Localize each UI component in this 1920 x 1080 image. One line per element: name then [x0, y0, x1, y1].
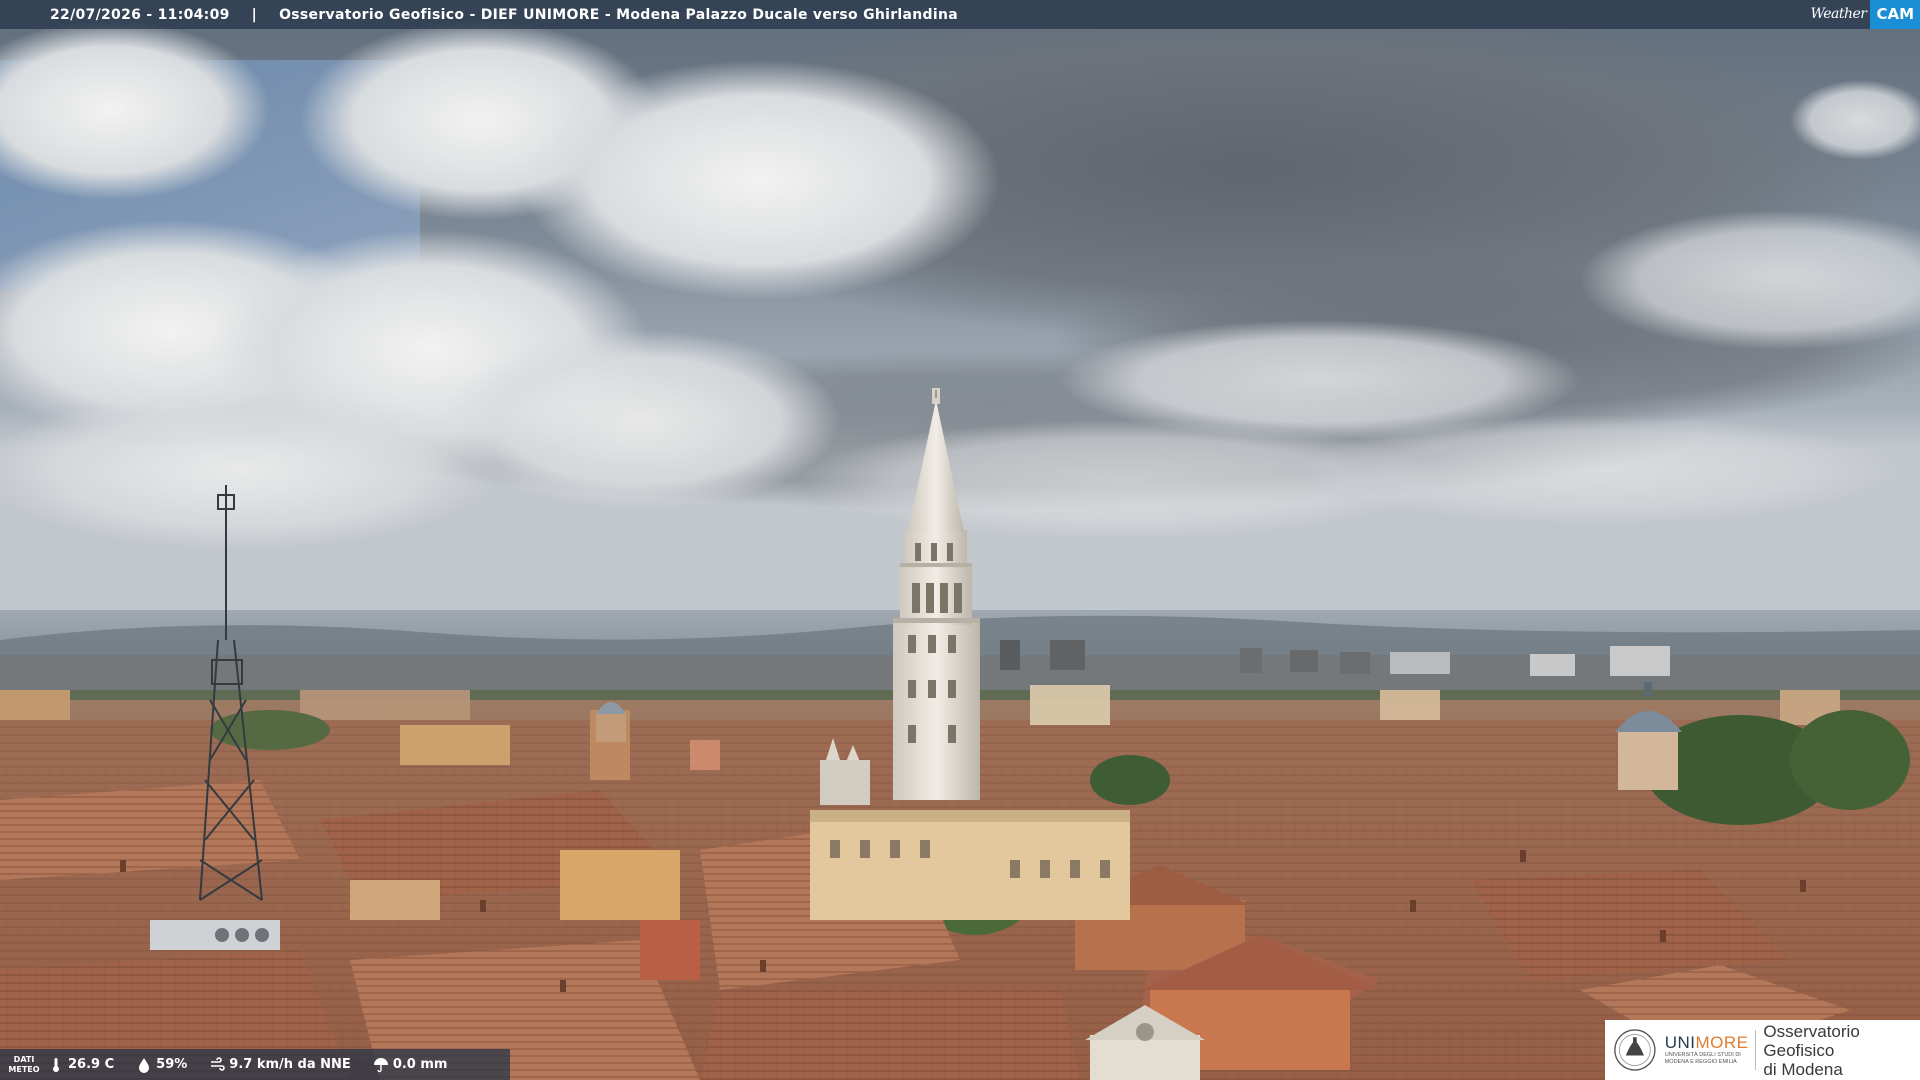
thermometer-icon: [53, 1057, 59, 1072]
rain-value: 0.0 mm: [392, 1057, 448, 1072]
university-name-more: MORE: [1695, 1033, 1749, 1052]
wind-value: 9.7 km/h da NNE: [229, 1057, 351, 1072]
logo-divider: [1754, 1030, 1756, 1070]
meteo-data-bar: DATI METEO 26.9 C 59% 9.7 km/h da NNE 0.…: [0, 1049, 510, 1080]
humidity-reading: 59%: [136, 1057, 187, 1073]
top-info-bar: 22/07/2026 - 11:04:09 | Osservatorio Geo…: [0, 0, 1920, 29]
drop-icon: [139, 1057, 150, 1073]
webcam-title: Osservatorio Geofisico - DIEF UNIMORE - …: [279, 6, 958, 23]
observatory-name: Osservatorio Geofisico di Modena: [1763, 1021, 1860, 1079]
rain-reading: 0.0 mm: [373, 1057, 448, 1073]
humidity-value: 59%: [156, 1057, 188, 1072]
weathercam-logo: Weather CAM: [1802, 0, 1920, 29]
temperature-value: 26.9 C: [68, 1057, 115, 1072]
university-name-uni: UNI: [1664, 1033, 1696, 1052]
wind-icon: [211, 1056, 226, 1071]
temperature-reading: 26.9 C: [48, 1057, 114, 1073]
umbrella-icon: [373, 1057, 388, 1072]
title-separator: |: [251, 6, 258, 23]
university-subtitle: UNIVERSITÀ DEGLI STUDI DI MODENA E REGGI…: [1664, 1052, 1741, 1065]
wind-reading: 9.7 km/h da NNE: [209, 1056, 351, 1073]
webcam-frame: 22/07/2026 - 11:04:09 | Osservatorio Geo…: [0, 0, 1920, 1080]
brand-name-cam: CAM: [1870, 0, 1920, 29]
meteo-label: DATI METEO: [8, 1054, 40, 1074]
webcam-image: [0, 0, 1920, 1080]
university-seal-icon: [1614, 1029, 1656, 1071]
unimore-logo: UNIMORE UNIVERSITÀ DEGLI STUDI DI MODENA…: [1605, 1020, 1920, 1080]
brand-name-weather: Weather: [1810, 6, 1867, 22]
timestamp: 22/07/2026 - 11:04:09: [50, 6, 230, 23]
university-name: UNIMORE: [1665, 1034, 1749, 1052]
